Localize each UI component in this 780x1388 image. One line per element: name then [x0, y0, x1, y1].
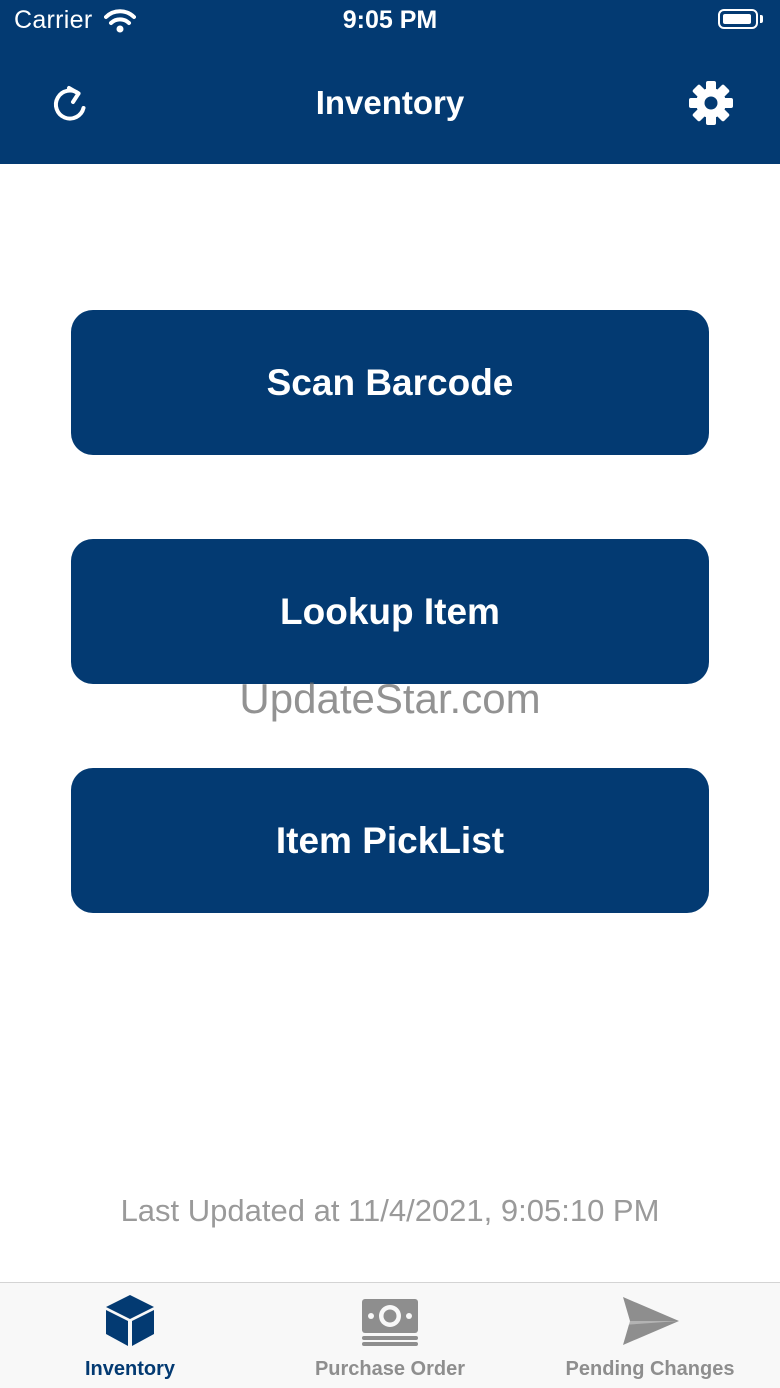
tab-inventory[interactable]: Inventory	[0, 1283, 260, 1388]
nav-header: Carrier 9:05 PM Inventory	[0, 0, 780, 164]
watermark: UpdateStar.com	[239, 675, 541, 722]
scan-barcode-button[interactable]: Scan Barcode	[71, 310, 709, 455]
battery-nub	[760, 15, 763, 23]
tab-bar: Inventory Purchase Order Pending Changes	[0, 1282, 780, 1388]
tab-label-inventory: Inventory	[84, 1358, 176, 1380]
last-updated-label: Last Updated at 11/4/2021, 9:05:10 PM	[120, 1193, 660, 1228]
tab-pending-changes[interactable]: Pending Changes	[520, 1283, 780, 1388]
tab-label-purchase-order: Purchase Order	[314, 1358, 466, 1380]
gear-icon	[689, 81, 733, 125]
money-icon	[362, 1299, 418, 1346]
status-bar: Carrier 9:05 PM	[0, 0, 780, 44]
box-icon	[106, 1295, 154, 1346]
lookup-item-button[interactable]: Lookup Item	[71, 539, 709, 684]
battery-icon	[718, 9, 758, 29]
send-icon	[623, 1297, 679, 1345]
tab-label-pending-changes: Pending Changes	[565, 1358, 735, 1380]
item-picklist-button[interactable]: Item PickList	[71, 768, 709, 913]
page-title: Inventory	[315, 84, 465, 121]
tab-purchase-order[interactable]: Purchase Order	[260, 1283, 520, 1388]
status-time: 9:05 PM	[342, 6, 438, 34]
settings-button[interactable]	[686, 78, 736, 128]
